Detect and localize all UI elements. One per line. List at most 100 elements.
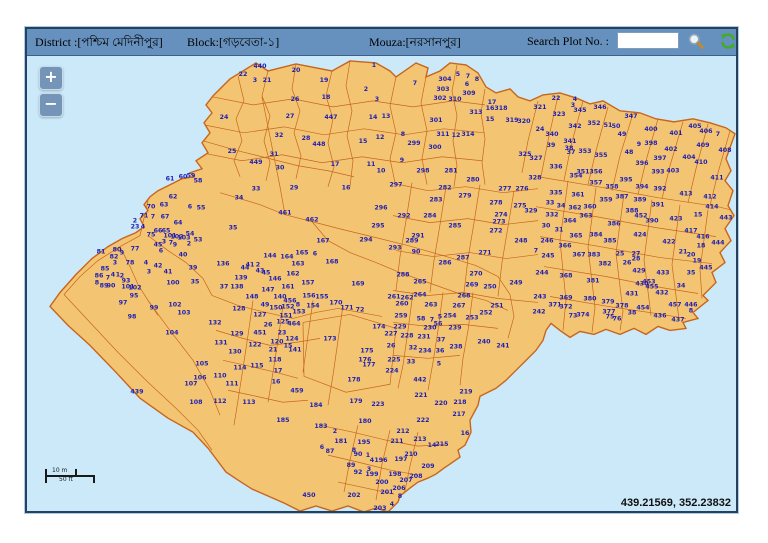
plot-label: 285 (448, 223, 461, 230)
plot-label: 63 (160, 202, 169, 209)
plot-label: 259 (394, 312, 407, 319)
plot-label: 288 (396, 272, 409, 279)
plot-label: 267 (452, 302, 465, 309)
plot-label: 3 (113, 260, 117, 267)
district-value: [পশ্চিম মেদিনীপুর] (77, 35, 162, 49)
plot-label: 16 (272, 378, 281, 385)
plot-label: 32 (409, 344, 418, 351)
plot-label: 115 (250, 362, 263, 369)
search-button[interactable] (687, 32, 705, 50)
plot-label: 92 (354, 469, 363, 476)
plot-label: 341 (563, 138, 576, 145)
plot-label: 38 (628, 309, 637, 316)
plot-label: 408 (718, 147, 731, 154)
plot-label: 215 (435, 441, 448, 448)
plot-label: 18 (322, 94, 331, 101)
plot-label: 416 (696, 234, 710, 241)
plot-label: 3 (253, 77, 257, 84)
plot-label: 392 (653, 186, 666, 193)
plot-label: 293 (388, 245, 401, 252)
map-viewport[interactable]: 4402232120191261823242744714133228448151… (27, 56, 736, 511)
plot-label: 197 (394, 456, 407, 463)
plot-label: 8 (296, 301, 300, 308)
plot-label: 58 (194, 178, 203, 185)
plot-label: 35 (229, 225, 238, 232)
plot-label: 102 (128, 284, 141, 291)
plot-label: 345 (573, 107, 586, 114)
plot-label: 129 (230, 330, 243, 337)
plot-label: 15 (359, 138, 368, 145)
plot-label: 163 (291, 261, 304, 268)
plot-label: 244 (535, 270, 549, 277)
zoom-out-button[interactable]: − (39, 93, 63, 117)
refresh-button[interactable] (719, 32, 737, 50)
plot-label: 146 (268, 276, 282, 283)
plot-label: 167 (316, 238, 329, 245)
plot-label: 25 (616, 251, 625, 258)
plot-label: 31 (270, 151, 279, 158)
plot-label: 39 (189, 265, 198, 272)
plot-label: 15 (486, 116, 495, 123)
plot-label: 14 (369, 114, 378, 121)
plot-label: 130 (228, 348, 242, 355)
plot-label: 154 (306, 302, 320, 309)
plot-label: 413 (679, 191, 692, 198)
plot-label: 313 (469, 109, 482, 116)
plot-label: 175 (360, 347, 373, 354)
plot-label: 360 (583, 204, 597, 211)
plot-label: 361 (571, 192, 584, 199)
plot-label: 372 (559, 303, 572, 310)
block-label: Block: (187, 35, 219, 49)
plot-label: 242 (532, 308, 545, 315)
plot-label: 108 (189, 399, 202, 406)
plot-label: 173 (323, 335, 336, 342)
plot-label: 128 (232, 305, 245, 312)
plot-label: 13 (382, 113, 391, 120)
plot-label: 443 (719, 215, 732, 222)
plot-label: 336 (549, 164, 563, 171)
plot-label: 25 (228, 148, 237, 155)
plot-label: 359 (599, 197, 612, 204)
plot-label: 20 (292, 67, 301, 74)
plot-label: 276 (515, 186, 529, 193)
plot-label: 224 (385, 367, 399, 374)
plot-label: 207 (399, 477, 412, 484)
map-canvas[interactable]: 4402232120191261823242744714133228448151… (27, 56, 736, 511)
plot-label: 398 (644, 140, 657, 147)
plot-label: 7 (151, 214, 155, 221)
plot-label: 328 (528, 175, 541, 182)
plot-label: 136 (216, 261, 230, 268)
plot-label: 461 (278, 210, 291, 217)
plot-label: 286 (438, 260, 452, 267)
plot-label: 213 (413, 436, 426, 443)
plot-label: 363 (579, 213, 592, 220)
plot-label: 289 (405, 238, 418, 245)
plot-label: 104 (165, 329, 179, 336)
plot-label: 100 (166, 280, 180, 287)
plot-label: 440 (253, 63, 267, 70)
plot-label: 32 (275, 132, 284, 139)
plot-label: 26 (291, 96, 300, 103)
plot-label: 44 (241, 265, 250, 272)
plot-label: 212 (396, 428, 409, 435)
plot-label: 10 (377, 168, 386, 175)
search-plot-input[interactable] (617, 32, 679, 49)
plot-label: 7 (413, 80, 417, 87)
plot-label: 22 (552, 95, 561, 102)
plot-label: 33 (546, 200, 555, 207)
plot-label: 178 (347, 376, 360, 383)
plot-label: 310 (448, 96, 462, 103)
zoom-in-button[interactable]: + (39, 66, 63, 90)
plot-label: 24 (220, 114, 229, 121)
plot-label: 40 (179, 252, 188, 259)
plot-label: 6 (188, 204, 193, 211)
header-bar: District :[পশ্চিম মেদিনীপুর] Block:[গড়ব… (27, 29, 736, 56)
plot-label: 287 (456, 255, 469, 262)
plot-label: 381 (586, 278, 599, 285)
plot-label: 185 (276, 417, 289, 424)
plot-label: 112 (213, 398, 226, 405)
plot-label: 263 (424, 301, 437, 308)
plot-label: 367 (572, 252, 585, 259)
plot-label: 271 (478, 250, 491, 257)
plot-label: 196 (374, 457, 388, 464)
